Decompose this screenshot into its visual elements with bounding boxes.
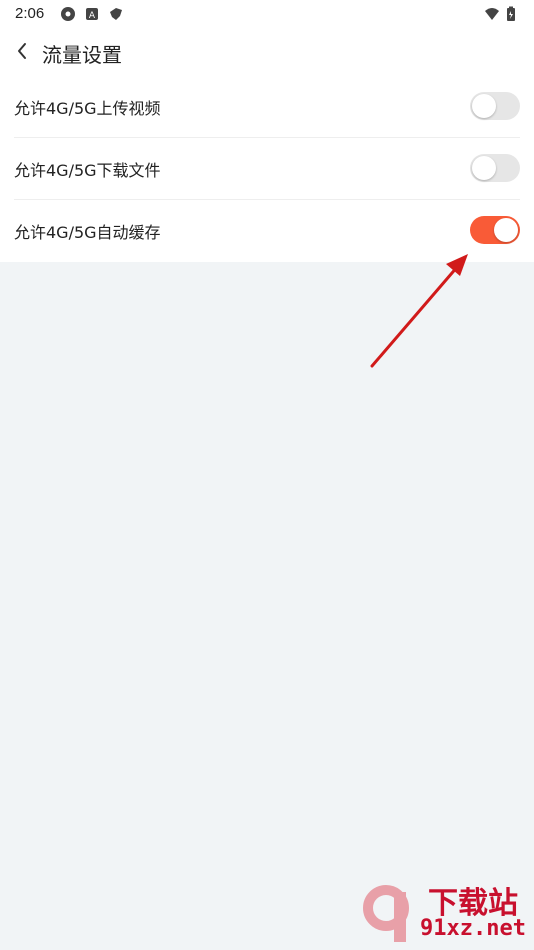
toggle-knob xyxy=(472,94,496,118)
upload-video-toggle[interactable] xyxy=(470,92,520,120)
settings-panel: 2:06 A 流量设置 允许4G/5G上传视频 允许4G/5G下载文件 允许4G… xyxy=(0,0,534,262)
setting-row-auto-cache: 允许4G/5G自动缓存 xyxy=(0,200,534,262)
watermark-domain: 91xz.net xyxy=(420,916,526,941)
battery-charging-icon xyxy=(507,6,515,21)
page-title: 流量设置 xyxy=(42,43,122,67)
setting-label-upload-video: 允许4G/5G上传视频 xyxy=(14,99,161,118)
status-time: 2:06 xyxy=(15,5,45,22)
auto-cache-toggle[interactable] xyxy=(470,216,520,244)
app-notification-icon xyxy=(61,7,75,21)
page-header: 流量设置 xyxy=(0,28,534,76)
watermark-emblem-icon xyxy=(363,885,409,942)
svg-text:A: A xyxy=(89,11,96,21)
setting-row-upload-video: 允许4G/5G上传视频 xyxy=(0,76,534,138)
toggle-knob xyxy=(494,218,518,242)
font-app-icon: A xyxy=(86,8,98,21)
setting-row-download-files: 允许4G/5G下载文件 xyxy=(0,138,534,200)
toggle-knob xyxy=(472,156,496,180)
watermark-logo: 下载站 91xz.net xyxy=(358,878,528,948)
download-files-toggle[interactable] xyxy=(470,154,520,182)
app-logo-icon xyxy=(110,8,122,20)
back-arrow-icon[interactable] xyxy=(10,38,36,64)
status-bar: 2:06 A xyxy=(0,0,534,28)
setting-label-auto-cache: 允许4G/5G自动缓存 xyxy=(14,223,161,242)
wifi-icon xyxy=(485,8,499,20)
setting-label-download-files: 允许4G/5G下载文件 xyxy=(14,161,161,180)
